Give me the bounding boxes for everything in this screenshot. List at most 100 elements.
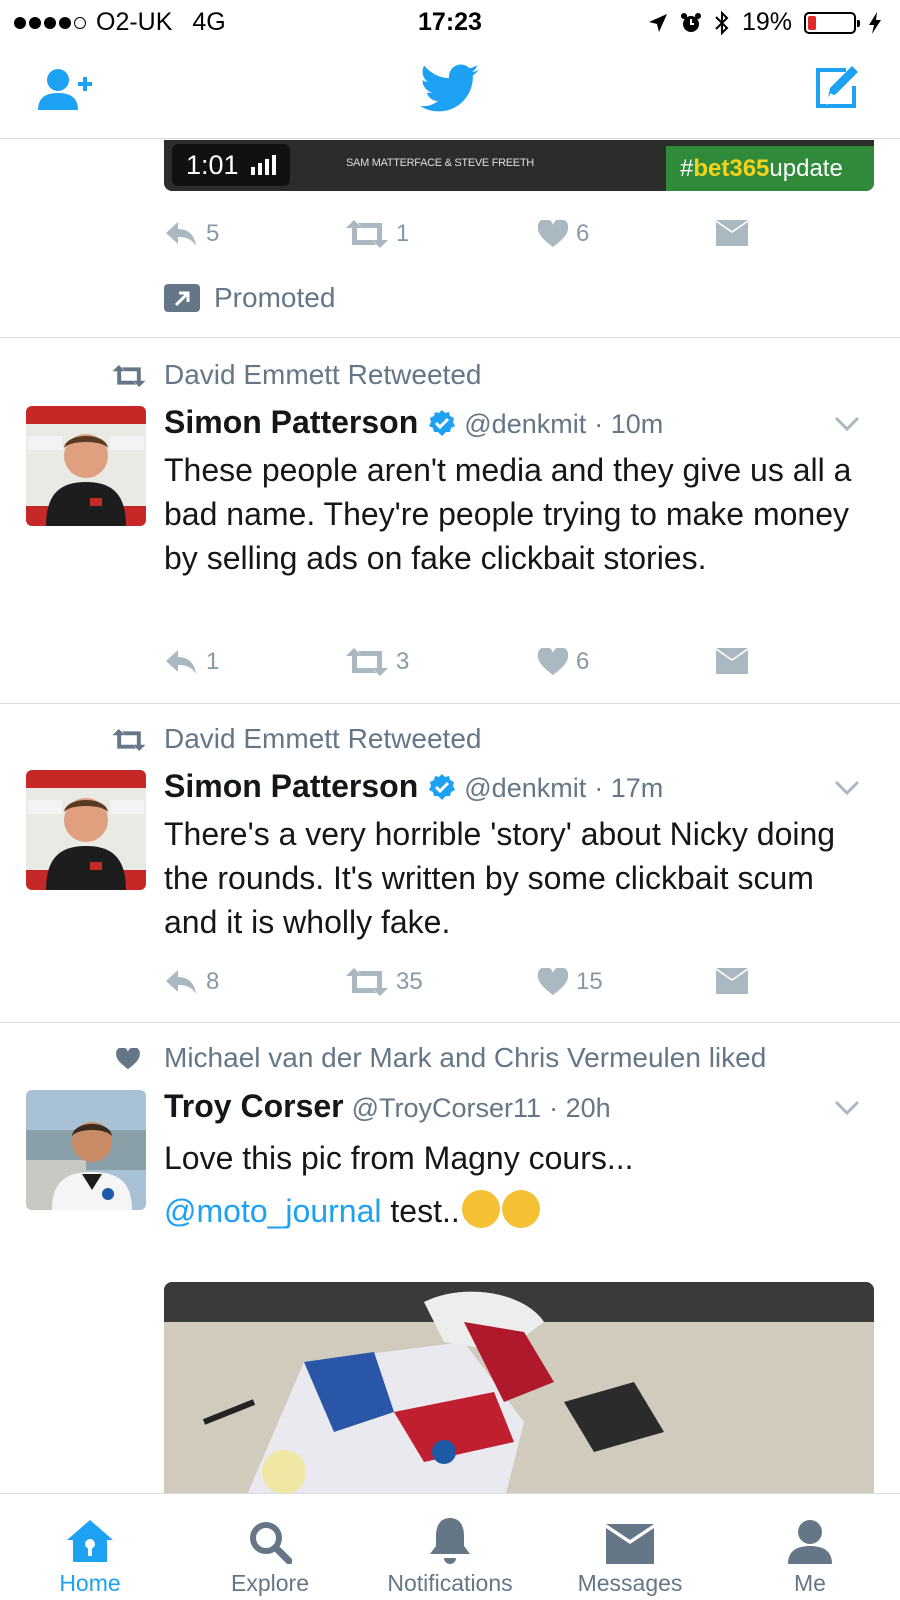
raised-fist-emoji-icon bbox=[461, 1190, 500, 1228]
video-duration: 1:01 bbox=[186, 150, 239, 180]
tab-me[interactable]: Me bbox=[720, 1494, 900, 1600]
retweet-context[interactable]: David Emmett Retweeted bbox=[164, 723, 481, 755]
direct-message-button[interactable] bbox=[716, 220, 748, 246]
timeline-feed[interactable]: 1:01 SAM MATTERFACE & STEVE FREETH #bet3… bbox=[0, 140, 900, 1493]
promoted-text: Promoted bbox=[214, 282, 336, 313]
retweet-count: 3 bbox=[396, 648, 410, 675]
tab-notifications[interactable]: Notifications bbox=[360, 1494, 540, 1600]
alarm-clock-icon bbox=[680, 12, 701, 32]
retweet-icon bbox=[346, 220, 388, 248]
reply-count: 5 bbox=[206, 220, 220, 247]
heart-icon bbox=[538, 220, 568, 247]
author-name[interactable]: Simon Patterson bbox=[164, 768, 418, 805]
tab-messages[interactable]: Messages bbox=[540, 1494, 720, 1600]
like-button[interactable]: 6 bbox=[538, 220, 589, 248]
avatar[interactable] bbox=[26, 406, 146, 526]
liked-context-icon bbox=[116, 1048, 140, 1070]
avatar[interactable] bbox=[26, 1090, 146, 1210]
retweet-icon bbox=[346, 648, 388, 676]
promoted-label: Promoted bbox=[164, 282, 335, 314]
tweet-divider bbox=[0, 337, 900, 338]
mention-link[interactable]: @moto_journal bbox=[164, 1193, 381, 1229]
video-hashtag-banner: #bet365update bbox=[666, 146, 874, 191]
reply-icon bbox=[166, 650, 196, 674]
tweet-text-block: Love this pic from Magny cours... @moto_… bbox=[164, 1132, 874, 1237]
direct-message-button[interactable] bbox=[716, 968, 748, 994]
home-icon bbox=[67, 1520, 113, 1562]
author-name[interactable]: Simon Patterson bbox=[164, 404, 418, 441]
battery-percent: 19% bbox=[741, 8, 792, 36]
heart-icon bbox=[538, 968, 568, 995]
compose-icon[interactable] bbox=[812, 64, 860, 112]
tweet-divider bbox=[0, 703, 900, 704]
hashtag-rest: update bbox=[769, 155, 843, 182]
tab-label: Me bbox=[794, 1570, 826, 1596]
hashtag-bold: bet365 bbox=[693, 155, 770, 182]
retweet-context[interactable]: David Emmett Retweeted bbox=[164, 359, 481, 391]
tweet-text: Love this pic from Magny cours... bbox=[164, 1140, 634, 1176]
like-count: 6 bbox=[576, 648, 590, 675]
tweet-text-line-2: @moto_journal test.. bbox=[164, 1184, 874, 1237]
add-user-icon[interactable] bbox=[36, 66, 94, 116]
retweet-button[interactable]: 1 bbox=[346, 220, 409, 248]
liked-context[interactable]: Michael van der Mark and Chris Vermeulen… bbox=[164, 1042, 766, 1074]
tweet-actions: 5 1 6 bbox=[164, 220, 804, 260]
author-handle[interactable]: @denkmit bbox=[464, 409, 586, 440]
envelope-icon bbox=[716, 648, 748, 674]
video-duration-badge: 1:01 bbox=[172, 144, 290, 186]
search-icon bbox=[250, 1522, 292, 1564]
tweet-time: · 20h bbox=[549, 1093, 611, 1123]
author-name[interactable]: Troy Corser bbox=[164, 1088, 344, 1125]
like-button[interactable]: 6 bbox=[538, 648, 589, 676]
tweet-header: Simon Patterson @denkmit · 17m bbox=[164, 768, 663, 805]
retweet-button[interactable]: 3 bbox=[346, 648, 409, 676]
tab-explore[interactable]: Explore bbox=[180, 1494, 360, 1600]
video-caption: SAM MATTERFACE & STEVE FREETH bbox=[346, 157, 534, 169]
tab-home[interactable]: Home bbox=[0, 1494, 180, 1600]
direct-message-button[interactable] bbox=[716, 648, 748, 674]
like-button[interactable]: 15 bbox=[538, 968, 603, 996]
raised-fist-emoji-icon bbox=[501, 1190, 540, 1228]
chevron-down-icon[interactable] bbox=[834, 1100, 860, 1116]
bottom-tab-bar: Home Explore Notifications Messages Me bbox=[0, 1493, 900, 1600]
tweet-time: · 10m bbox=[594, 409, 664, 439]
envelope-icon bbox=[606, 1524, 654, 1564]
reply-count: 1 bbox=[206, 648, 220, 675]
chevron-down-icon[interactable] bbox=[834, 416, 860, 432]
like-count: 15 bbox=[576, 968, 603, 995]
author-handle[interactable]: @TroyCorser11 bbox=[352, 1093, 541, 1124]
promoted-arrow-icon bbox=[164, 284, 200, 312]
reply-count: 8 bbox=[206, 968, 220, 995]
tweet-text: These people aren't media and they give … bbox=[164, 452, 852, 576]
author-handle[interactable]: @denkmit bbox=[464, 773, 586, 804]
retweet-context-icon bbox=[112, 729, 146, 751]
reply-button[interactable]: 5 bbox=[164, 220, 219, 248]
retweet-button[interactable]: 35 bbox=[346, 968, 423, 996]
battery-icon bbox=[804, 11, 860, 34]
bluetooth-icon bbox=[715, 10, 729, 35]
envelope-icon bbox=[716, 220, 748, 246]
reply-button[interactable]: 1 bbox=[164, 648, 219, 676]
reply-button[interactable]: 8 bbox=[164, 968, 219, 996]
heart-icon bbox=[538, 648, 568, 675]
tweet-photo[interactable] bbox=[164, 1282, 874, 1493]
chevron-down-icon[interactable] bbox=[834, 780, 860, 796]
twitter-bird-icon[interactable] bbox=[420, 64, 480, 116]
tab-label: Explore bbox=[231, 1570, 309, 1596]
tweet-header: Simon Patterson @denkmit · 10m bbox=[164, 404, 663, 441]
location-arrow-icon bbox=[648, 13, 667, 32]
tweet-actions: 1 3 6 bbox=[164, 648, 804, 688]
top-nav-bar bbox=[0, 44, 900, 139]
person-icon bbox=[788, 1520, 832, 1564]
retweet-icon bbox=[346, 968, 388, 996]
envelope-icon bbox=[716, 968, 748, 994]
promoted-video[interactable]: 1:01 SAM MATTERFACE & STEVE FREETH #bet3… bbox=[164, 140, 874, 191]
retweet-count: 1 bbox=[396, 220, 410, 247]
tab-label: Notifications bbox=[387, 1570, 513, 1596]
charging-bolt-icon bbox=[869, 11, 881, 34]
tweet-header: Troy Corser @TroyCorser11 · 20h bbox=[164, 1088, 611, 1125]
like-count: 6 bbox=[576, 220, 590, 247]
status-bar: O2-UK 4G 17:23 19% bbox=[0, 0, 900, 44]
reply-icon bbox=[166, 970, 196, 994]
avatar[interactable] bbox=[26, 770, 146, 890]
